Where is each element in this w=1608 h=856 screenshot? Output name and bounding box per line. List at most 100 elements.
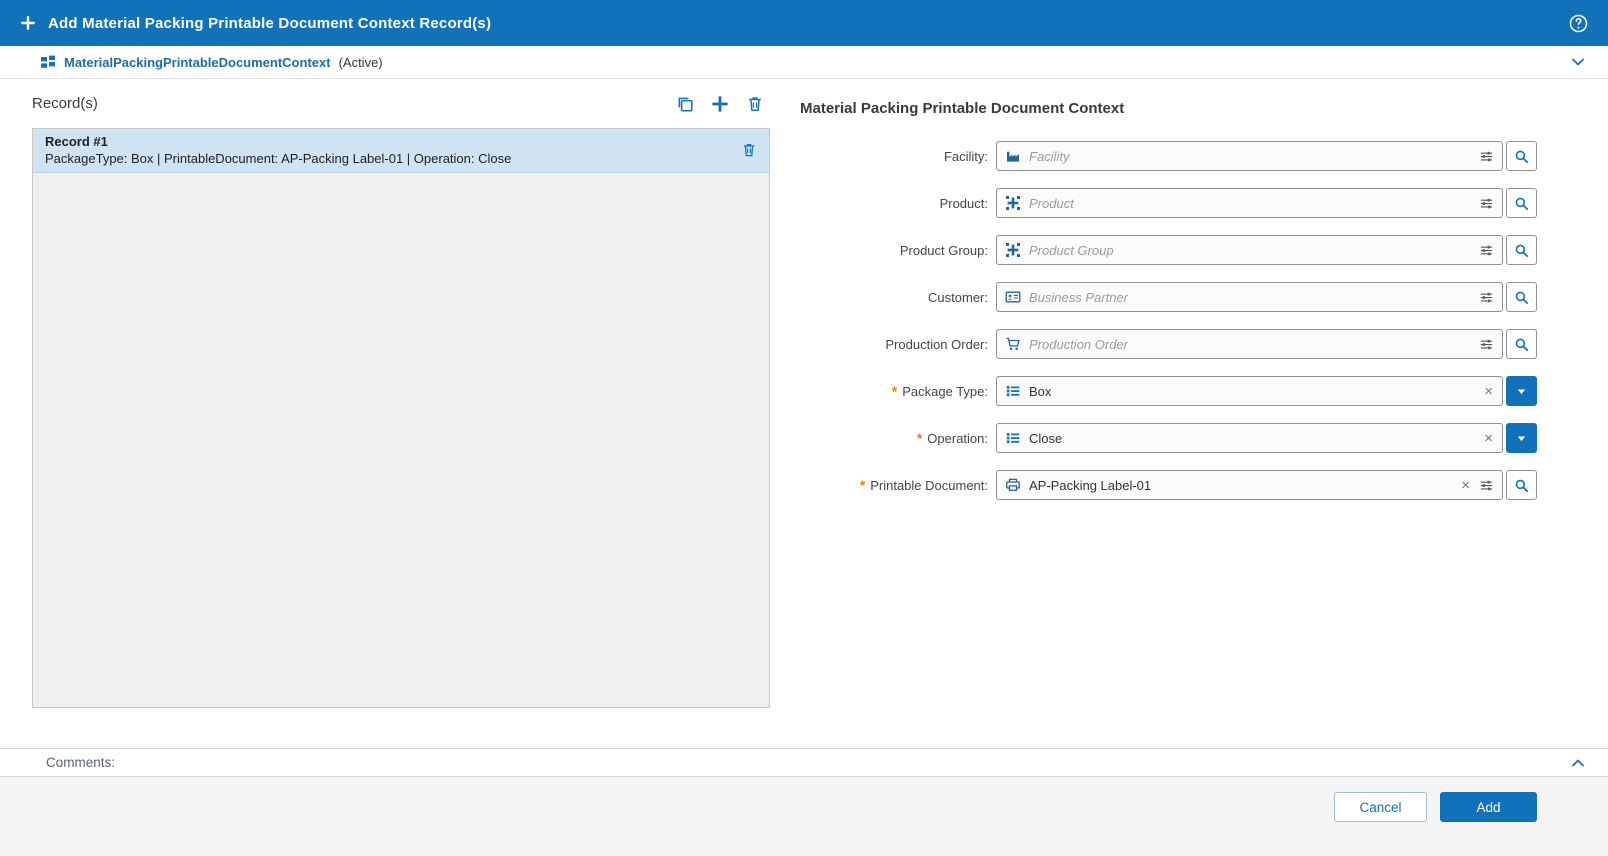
search-icon [1514, 478, 1529, 493]
product-group-search-button[interactable] [1506, 235, 1537, 265]
operation-field-group: × [996, 423, 1537, 453]
search-icon [1514, 196, 1529, 211]
footer: Cancel Add [0, 777, 1608, 856]
customer-label-text: Customer: [928, 290, 988, 305]
add-record-icon[interactable] [711, 95, 729, 113]
production-order-search-button[interactable] [1506, 329, 1537, 359]
list-icon [1005, 430, 1021, 446]
duplicate-record-icon[interactable] [676, 95, 694, 113]
customer-field[interactable] [996, 282, 1503, 312]
printable-document-field[interactable]: × [996, 470, 1503, 500]
product-label: Product: [800, 196, 988, 211]
production-order-label: Production Order: [800, 337, 988, 352]
records-panel: Record(s) Record #1 PackageType: Box | P… [32, 79, 770, 708]
entity-link[interactable]: MaterialPackingPrintableDocumentContext [64, 55, 331, 70]
records-actions [676, 95, 770, 113]
customer-search-button[interactable] [1506, 282, 1537, 312]
filter-icon[interactable] [1479, 478, 1494, 493]
printable-document-search-button[interactable] [1506, 470, 1537, 500]
records-header: Record(s) [32, 79, 770, 128]
list-icon [1005, 383, 1021, 399]
production-order-input[interactable] [1029, 330, 1471, 358]
product-field-group [996, 188, 1537, 218]
operation-field[interactable]: × [996, 423, 1503, 453]
record-texts: Record #1 PackageType: Box | PrintableDo… [45, 134, 511, 166]
filter-icon[interactable] [1479, 243, 1494, 258]
product-input[interactable] [1029, 189, 1471, 217]
record-trash-icon[interactable] [741, 142, 757, 158]
product-group-field[interactable] [996, 235, 1503, 265]
collapse-chevron-down-icon[interactable] [1570, 54, 1586, 70]
customer-input[interactable] [1029, 283, 1471, 311]
product-field[interactable] [996, 188, 1503, 218]
form-row-operation: * Operation: × [800, 423, 1537, 453]
production-order-field[interactable] [996, 329, 1503, 359]
dialog-header: Add Material Packing Printable Document … [0, 0, 1608, 46]
package-type-label: * Package Type: [800, 384, 988, 399]
form-row-printable-document: * Printable Document: × [800, 470, 1537, 500]
package-type-field-group: × [996, 376, 1537, 406]
facility-icon [1005, 148, 1021, 164]
product-group-label: Product Group: [800, 243, 988, 258]
printable-document-field-group: × [996, 470, 1537, 500]
search-icon [1514, 243, 1529, 258]
record-list-item[interactable]: Record #1 PackageType: Box | PrintableDo… [33, 129, 769, 173]
required-asterisk: * [860, 480, 865, 490]
product-group-input[interactable] [1029, 236, 1471, 264]
filter-icon[interactable] [1479, 290, 1494, 305]
delete-record-icon[interactable] [746, 95, 764, 113]
filter-icon[interactable] [1479, 337, 1494, 352]
help-icon[interactable] [1569, 14, 1588, 33]
search-icon [1514, 290, 1529, 305]
printer-icon [1005, 477, 1021, 493]
dialog-title: Add Material Packing Printable Document … [48, 15, 491, 32]
facility-search-button[interactable] [1506, 141, 1537, 171]
customer-field-group [996, 282, 1537, 312]
records-title: Record(s) [32, 95, 98, 112]
operation-label: * Operation: [800, 431, 988, 446]
form-row-package-type: * Package Type: × [800, 376, 1537, 406]
entity-grid-icon [40, 54, 56, 70]
facility-field-group [996, 141, 1537, 171]
customer-label: Customer: [800, 290, 988, 305]
filter-icon[interactable] [1479, 196, 1494, 211]
form-row-facility: Facility: [800, 141, 1537, 171]
records-list: Record #1 PackageType: Box | PrintableDo… [32, 128, 770, 708]
product-icon [1005, 195, 1021, 211]
production-order-label-text: Production Order: [885, 337, 988, 352]
comments-chevron-up-icon[interactable] [1570, 755, 1586, 771]
form-panel: Material Packing Printable Document Cont… [800, 79, 1537, 517]
entity-status: (Active) [339, 55, 383, 70]
product-label-text: Product: [940, 196, 988, 211]
printable-document-clear-icon[interactable]: × [1460, 478, 1471, 493]
operation-dropdown-button[interactable] [1506, 423, 1537, 453]
search-icon [1514, 337, 1529, 352]
comments-label: Comments: [46, 755, 115, 770]
caret-down-icon [1515, 432, 1528, 445]
operation-clear-icon[interactable]: × [1483, 431, 1494, 446]
comments-bar[interactable]: Comments: [0, 748, 1608, 777]
facility-label-text: Facility: [944, 149, 988, 164]
cancel-button[interactable]: Cancel [1334, 792, 1427, 822]
caret-down-icon [1515, 385, 1528, 398]
record-summary: PackageType: Box | PrintableDocument: AP… [45, 151, 511, 166]
form-row-product: Product: [800, 188, 1537, 218]
business-partner-icon [1005, 289, 1021, 305]
operation-input[interactable] [1029, 424, 1475, 452]
search-icon [1514, 149, 1529, 164]
printable-document-input[interactable] [1029, 471, 1452, 499]
package-type-input[interactable] [1029, 377, 1475, 405]
package-type-clear-icon[interactable]: × [1483, 384, 1494, 399]
filter-icon[interactable] [1479, 149, 1494, 164]
product-group-label-text: Product Group: [900, 243, 988, 258]
form-row-customer: Customer: [800, 282, 1537, 312]
facility-input[interactable] [1029, 142, 1471, 170]
package-type-field[interactable]: × [996, 376, 1503, 406]
record-title: Record #1 [45, 134, 511, 149]
required-asterisk: * [917, 433, 922, 443]
add-button[interactable]: Add [1440, 792, 1537, 822]
facility-field[interactable] [996, 141, 1503, 171]
product-search-button[interactable] [1506, 188, 1537, 218]
printable-document-label-text: Printable Document: [870, 478, 988, 493]
package-type-dropdown-button[interactable] [1506, 376, 1537, 406]
